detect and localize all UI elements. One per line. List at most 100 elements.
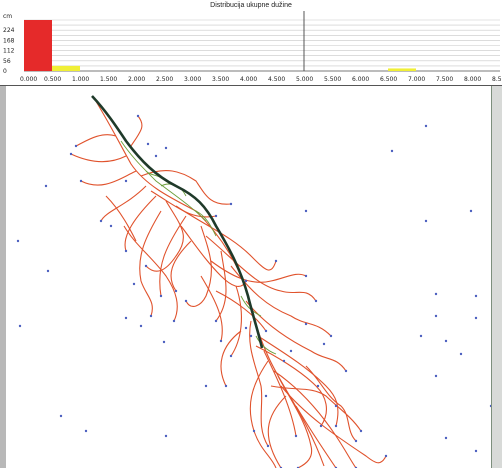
root-tip-dot bbox=[304, 274, 308, 278]
root-tip-dot bbox=[249, 334, 253, 338]
root-tip-dot bbox=[59, 414, 63, 418]
root-tip-dot bbox=[329, 334, 333, 338]
root-tip-dot bbox=[304, 322, 308, 326]
chart-title: Distribucija ukupne dužine bbox=[0, 0, 502, 11]
root-tip-dot bbox=[434, 292, 438, 296]
root-tip-dot bbox=[384, 454, 388, 458]
root-system-drawing bbox=[16, 95, 493, 470]
root-tip-dot bbox=[304, 209, 308, 213]
y-tick-label: 56 bbox=[3, 58, 11, 65]
root-tip-dot bbox=[204, 384, 208, 388]
root-tip-dot bbox=[124, 179, 128, 183]
root-tip-dot bbox=[159, 294, 163, 298]
root-tip-dot bbox=[18, 324, 22, 328]
y-tick-label: 224 bbox=[3, 27, 15, 34]
histogram-bar bbox=[52, 65, 80, 71]
x-tick-label: 3.500 bbox=[212, 76, 229, 83]
root-tip-dot bbox=[244, 326, 248, 330]
root-tip-dot bbox=[359, 429, 363, 433]
root-tip-dot bbox=[264, 329, 268, 333]
root-tip-dot bbox=[162, 340, 166, 344]
root-tip-dot bbox=[74, 144, 78, 148]
root-tip-dot bbox=[444, 436, 448, 440]
root-tip-dot bbox=[264, 394, 268, 398]
y-tick-label: 112 bbox=[3, 48, 15, 55]
root-tip-dot bbox=[219, 339, 223, 343]
root-scan-image[interactable] bbox=[6, 86, 493, 470]
root-tip-dot bbox=[229, 202, 233, 206]
root-tip-dot bbox=[79, 179, 83, 183]
root-tip-dot bbox=[172, 319, 176, 323]
root-tip-dot bbox=[354, 439, 358, 443]
root-tip-dot bbox=[46, 269, 50, 273]
x-tick-label: 8.000 bbox=[464, 76, 481, 83]
x-tick-label: 1.000 bbox=[72, 76, 89, 83]
lateral-roots bbox=[70, 97, 387, 469]
x-tick-label: 6.000 bbox=[352, 76, 369, 83]
root-tip-dot bbox=[174, 289, 178, 293]
root-tip-dot bbox=[434, 374, 438, 378]
root-tip-dot bbox=[274, 259, 278, 263]
root-tip-dot bbox=[16, 239, 20, 243]
root-tip-dot bbox=[99, 219, 103, 223]
x-tick-label: 7.500 bbox=[436, 76, 453, 83]
fine-roots bbox=[120, 140, 277, 355]
root-tip-dot bbox=[244, 279, 248, 283]
root-tip-dot bbox=[144, 264, 148, 268]
root-tip-dot bbox=[322, 342, 326, 346]
y-tick-label: 168 bbox=[3, 37, 15, 44]
root-tip-dot bbox=[224, 384, 228, 388]
root-tip-dot bbox=[474, 316, 478, 320]
root-tip-dot bbox=[136, 114, 140, 118]
x-tick-label: 7.000 bbox=[408, 76, 425, 83]
root-tip-dot bbox=[444, 339, 448, 343]
root-tip-dot bbox=[214, 214, 218, 218]
root-tip-dot bbox=[132, 282, 136, 286]
root-tip-dot bbox=[184, 299, 188, 303]
root-tip-dot bbox=[282, 359, 286, 363]
root-tip-dot bbox=[124, 316, 128, 320]
root-tip-dot bbox=[334, 404, 338, 408]
root-tip-dot bbox=[344, 369, 348, 373]
root-tip-dot bbox=[44, 184, 48, 188]
root-tip-dot bbox=[459, 352, 463, 356]
x-tick-label: 0.000 bbox=[20, 76, 37, 83]
x-tick-label: 4.500 bbox=[268, 76, 285, 83]
root-tip-dot bbox=[164, 146, 168, 150]
length-distribution-chart: 224 168 112 56 0 0.000 0.500 1.000 1.500 2.000 2.… bbox=[0, 11, 502, 85]
root-tip-dot bbox=[214, 319, 218, 323]
application-window: Distribucija ukupne dužine 224 168 112 56 0 … bbox=[0, 0, 502, 470]
root-tip-dot bbox=[154, 154, 158, 158]
root-tip-dot bbox=[164, 434, 168, 438]
root-tip-dot bbox=[84, 429, 88, 433]
root-tip-dot bbox=[316, 384, 320, 388]
x-tick-label: 2.500 bbox=[156, 76, 173, 83]
histogram-background bbox=[0, 11, 502, 85]
histogram-bar bbox=[24, 20, 52, 71]
root-scan-panel bbox=[0, 86, 502, 470]
root-tip-dot bbox=[124, 249, 128, 253]
scan-right-border bbox=[491, 86, 502, 468]
histogram-bar bbox=[388, 68, 416, 71]
x-tick-label: 3.000 bbox=[184, 76, 201, 83]
x-tick-label: 5.500 bbox=[324, 76, 341, 83]
root-tip-dot bbox=[252, 429, 256, 433]
root-tip-dot bbox=[424, 219, 428, 223]
y-unit-label: cm bbox=[3, 13, 12, 20]
root-tip-dot bbox=[314, 299, 318, 303]
root-tip-dot bbox=[419, 334, 423, 338]
root-tip-dot bbox=[294, 434, 298, 438]
root-tips bbox=[16, 114, 493, 470]
x-tick-label: 4.000 bbox=[240, 76, 257, 83]
x-tick-label: 8.5 bbox=[492, 76, 502, 83]
x-tick-label: 2.000 bbox=[128, 76, 145, 83]
x-tick-label: 1.500 bbox=[100, 76, 117, 83]
root-tip-dot bbox=[289, 349, 293, 353]
root-tip-dot bbox=[424, 124, 428, 128]
root-tip-dot bbox=[139, 324, 143, 328]
root-tip-dot bbox=[334, 424, 338, 428]
root-tip-dot bbox=[266, 444, 270, 448]
y-tick-label: 0 bbox=[3, 68, 7, 75]
root-tip-dot bbox=[390, 149, 394, 153]
x-tick-label: 6.500 bbox=[380, 76, 397, 83]
